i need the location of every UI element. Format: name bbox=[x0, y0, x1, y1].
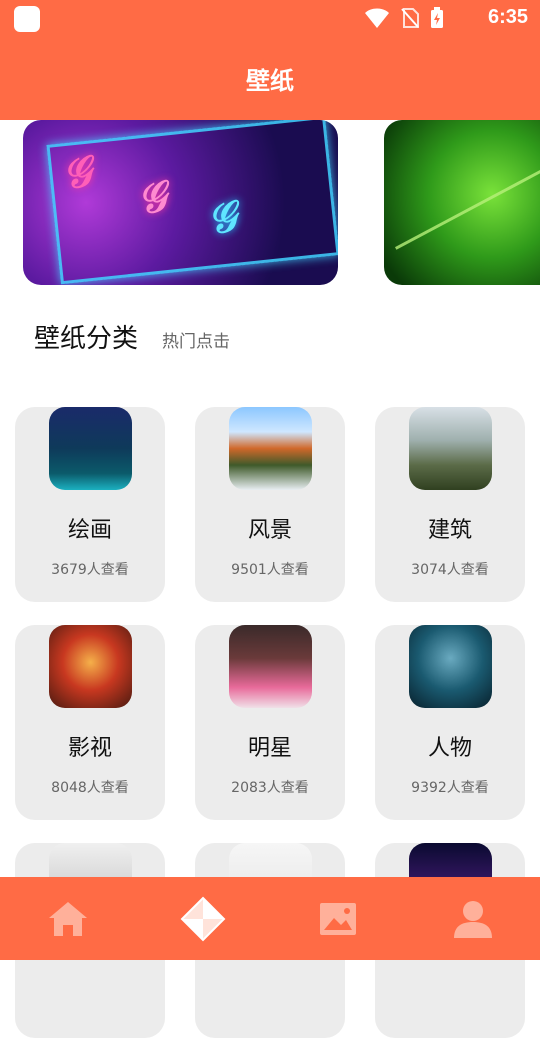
category-name: 影视 bbox=[67, 736, 112, 761]
category-name: 建筑 bbox=[427, 518, 472, 543]
page-title: 壁纸 bbox=[246, 66, 294, 95]
category-card-film[interactable]: 影视 8048人查看 bbox=[15, 625, 165, 820]
category-name: 风景 bbox=[247, 518, 292, 543]
category-card-painting[interactable]: 绘画 3679人查看 bbox=[15, 407, 165, 602]
no-sim-icon bbox=[401, 8, 419, 28]
battery-charging-icon bbox=[431, 7, 443, 28]
banner-carousel[interactable]: 𝒢 𝒢 𝒢 bbox=[0, 120, 540, 290]
image-icon bbox=[319, 902, 356, 935]
person-icon bbox=[453, 900, 492, 938]
category-name: 人物 bbox=[427, 736, 472, 761]
category-thumbnail bbox=[409, 625, 492, 708]
tab-home[interactable] bbox=[0, 877, 135, 960]
clock: 6:35 bbox=[487, 6, 528, 28]
neon-frame bbox=[46, 120, 338, 285]
category-name: 绘画 bbox=[67, 518, 112, 543]
leaf-vein bbox=[395, 153, 540, 250]
wifi-icon bbox=[365, 8, 389, 28]
category-views: 9501人查看 bbox=[231, 562, 309, 578]
banner-image-green-leaf[interactable] bbox=[384, 120, 540, 285]
bottom-tab-bar bbox=[0, 877, 540, 960]
banner-image-neon-girls[interactable]: 𝒢 𝒢 𝒢 bbox=[23, 120, 338, 285]
category-views: 2083人查看 bbox=[231, 780, 309, 796]
home-icon bbox=[48, 901, 87, 936]
category-thumbnail bbox=[49, 407, 132, 490]
tab-discover[interactable] bbox=[135, 877, 270, 960]
category-card-star[interactable]: 明星 2083人查看 bbox=[195, 625, 345, 820]
category-thumbnail bbox=[229, 625, 312, 708]
tab-profile[interactable] bbox=[405, 877, 540, 960]
category-thumbnail bbox=[49, 625, 132, 708]
category-card-people[interactable]: 人物 9392人查看 bbox=[375, 625, 525, 820]
section-title: 壁纸分类 bbox=[34, 324, 139, 354]
section-header: 壁纸分类 热门点击 bbox=[34, 318, 230, 355]
category-card-landscape[interactable]: 风景 9501人查看 bbox=[195, 407, 345, 602]
notification-icon bbox=[14, 6, 40, 32]
status-bar: 6:35 bbox=[0, 0, 540, 36]
category-views: 3679人查看 bbox=[51, 562, 129, 578]
app-bar: 壁纸 bbox=[0, 36, 540, 120]
category-thumbnail bbox=[229, 407, 312, 490]
category-views: 9392人查看 bbox=[411, 780, 489, 796]
section-subtitle: 热门点击 bbox=[162, 332, 231, 352]
category-views: 8048人查看 bbox=[51, 780, 129, 796]
status-icons bbox=[364, 7, 444, 29]
pinwheel-icon bbox=[180, 896, 225, 941]
category-views: 3074人查看 bbox=[411, 562, 489, 578]
category-name: 明星 bbox=[247, 736, 292, 761]
tab-wallpapers[interactable] bbox=[270, 877, 405, 960]
category-card-architecture[interactable]: 建筑 3074人查看 bbox=[375, 407, 525, 602]
category-thumbnail bbox=[409, 407, 492, 490]
